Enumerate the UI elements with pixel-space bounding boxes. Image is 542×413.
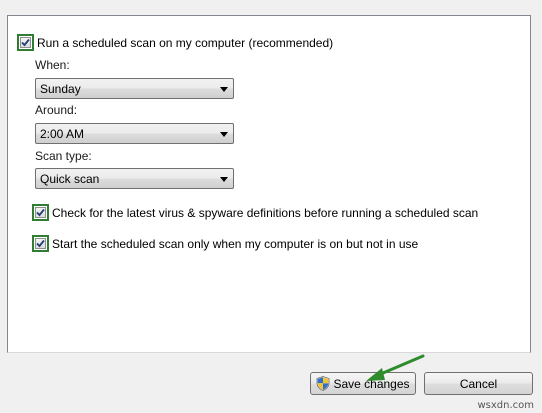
idle-only-checkbox[interactable] (35, 238, 46, 249)
run-scheduled-scan-row: Run a scheduled scan on my computer (rec… (17, 34, 333, 51)
run-scheduled-scan-highlight (17, 34, 34, 51)
watermark-text: wsxdn.com (477, 400, 534, 411)
save-changes-button[interactable]: Save changes (310, 372, 416, 395)
chevron-down-icon (220, 132, 228, 137)
around-label: Around: (35, 103, 78, 117)
scan-type-value: Quick scan (40, 171, 100, 186)
idle-only-highlight (32, 235, 49, 252)
chevron-down-icon (220, 87, 228, 92)
cancel-button[interactable]: Cancel (424, 372, 533, 395)
checkmark-icon (21, 38, 30, 47)
run-scheduled-scan-label: Run a scheduled scan on my computer (rec… (37, 35, 334, 50)
idle-only-row: Start the scheduled scan only when my co… (32, 235, 418, 252)
around-value: 2:00 AM (40, 126, 85, 141)
when-label: When: (35, 58, 70, 72)
when-dropdown[interactable]: Sunday (35, 78, 234, 99)
cancel-label: Cancel (459, 376, 498, 391)
check-definitions-row: Check for the latest virus & spyware def… (32, 204, 478, 221)
check-definitions-highlight (32, 204, 49, 221)
idle-only-label: Start the scheduled scan only when my co… (52, 236, 419, 251)
uac-shield-icon (316, 376, 330, 391)
around-dropdown[interactable]: 2:00 AM (35, 123, 234, 144)
checkmark-icon (36, 239, 45, 248)
chevron-down-icon (220, 177, 228, 182)
check-definitions-checkbox[interactable] (35, 207, 46, 218)
check-definitions-label: Check for the latest virus & spyware def… (52, 205, 479, 220)
run-scheduled-scan-checkbox[interactable] (20, 37, 31, 48)
options-panel: Run a scheduled scan on my computer (rec… (7, 15, 531, 353)
scan-type-label: Scan type: (35, 149, 92, 163)
save-changes-label: Save changes (333, 376, 410, 391)
when-value: Sunday (40, 81, 81, 96)
scan-type-dropdown[interactable]: Quick scan (35, 168, 234, 189)
checkmark-icon (36, 208, 45, 217)
